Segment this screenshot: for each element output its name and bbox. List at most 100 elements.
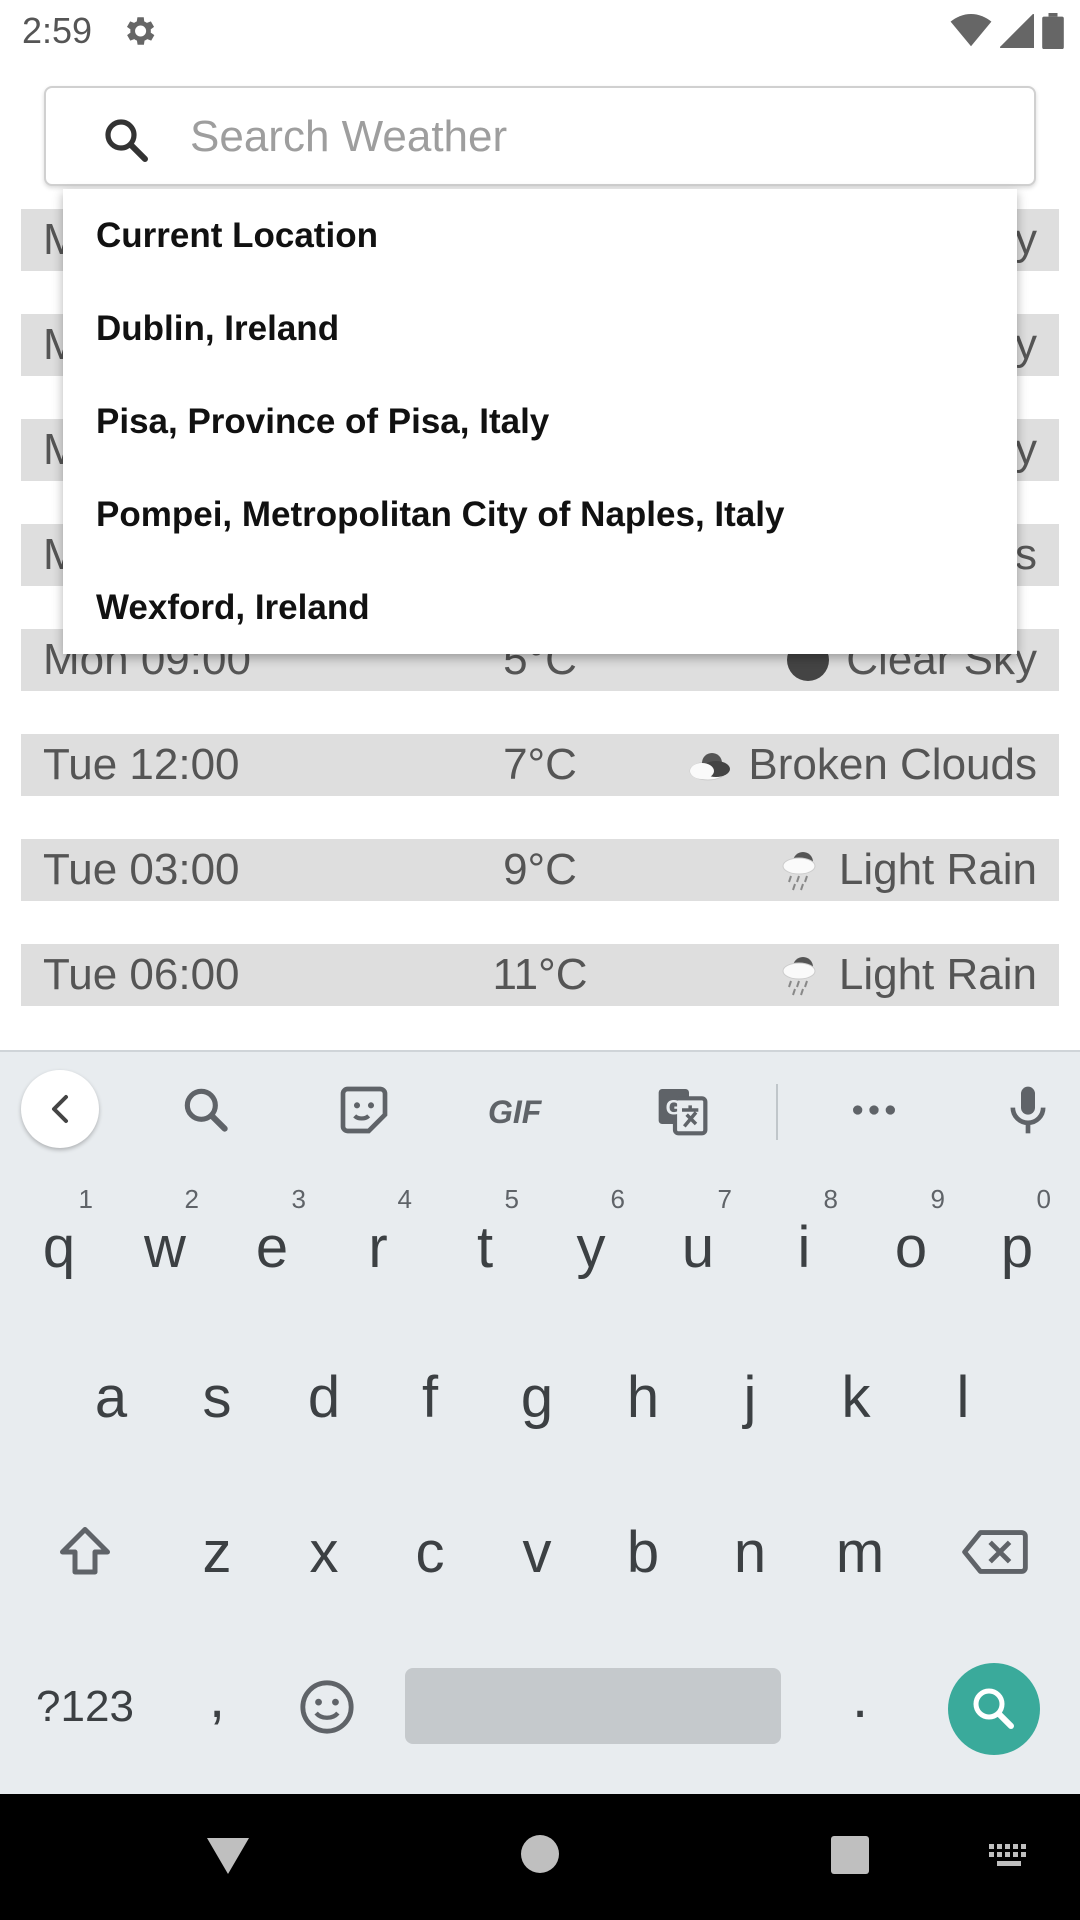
- key-label: u: [681, 1214, 715, 1280]
- backspace-key[interactable]: [950, 1497, 1040, 1607]
- navigation-bar: [0, 1794, 1080, 1920]
- key-b[interactable]: b: [601, 1497, 685, 1607]
- forecast-row[interactable]: Tue 06:00 11°C Light Rain: [21, 944, 1059, 1006]
- key-label: t: [476, 1214, 494, 1280]
- key-label: i: [797, 1214, 811, 1280]
- search-input[interactable]: [190, 104, 990, 170]
- key-label: p: [1000, 1214, 1034, 1280]
- emoji-key[interactable]: [285, 1652, 369, 1762]
- key-v[interactable]: v: [495, 1497, 579, 1607]
- suggestions-dropdown: Current Location Dublin, Ireland Pisa, P…: [63, 189, 1017, 654]
- key-hint: 8: [823, 1184, 838, 1214]
- forecast-row[interactable]: Tue 12:00 7°C Broken Clouds: [21, 734, 1059, 796]
- key-label: q: [42, 1214, 76, 1280]
- light-rain-icon: [782, 852, 816, 891]
- forecast-time: Tue 06:00: [43, 950, 240, 999]
- key-label: w: [144, 1214, 186, 1280]
- key-f[interactable]: f: [388, 1342, 472, 1452]
- suggestion-item[interactable]: Wexford, Ireland: [63, 561, 1017, 654]
- keyboard-switch-icon[interactable]: [987, 1842, 1031, 1870]
- period-key[interactable]: .: [818, 1642, 902, 1752]
- key-e[interactable]: e3: [230, 1184, 314, 1302]
- key-g[interactable]: g: [495, 1342, 579, 1452]
- keyboard-toolbar: GIF G: [0, 1052, 1080, 1168]
- light-rain-icon: [782, 957, 816, 996]
- key-c[interactable]: c: [388, 1497, 472, 1607]
- shift-key[interactable]: [40, 1497, 130, 1607]
- battery-icon: [1042, 13, 1064, 49]
- space-key[interactable]: [405, 1668, 781, 1744]
- key-hint: 1: [78, 1184, 93, 1214]
- key-p[interactable]: p0: [975, 1184, 1059, 1302]
- key-y[interactable]: y6: [549, 1184, 633, 1302]
- home-circle-icon[interactable]: [520, 1834, 560, 1874]
- translate-icon[interactable]: G: [654, 1082, 710, 1138]
- search-icon[interactable]: [178, 1082, 234, 1138]
- key-o[interactable]: o9: [869, 1184, 953, 1302]
- key-hint: 4: [397, 1184, 412, 1214]
- keyboard: GIF G q1 w2 e3 r4 t5 y6 u7 i8 o9 p 0 a s…: [0, 1052, 1080, 1794]
- key-label: r: [368, 1214, 388, 1280]
- screen: 2:59 My My My Ms Mon 09:00 5°C Clear Sky…: [0, 0, 1080, 1920]
- wifi-icon: [950, 14, 992, 47]
- search-bar[interactable]: [44, 86, 1036, 186]
- suggestion-item[interactable]: Pompei, Metropolitan City of Naples, Ita…: [63, 468, 1017, 561]
- key-label: e: [255, 1214, 289, 1280]
- forecast-time: Tue 12:00: [43, 740, 240, 789]
- suggestion-item[interactable]: Dublin, Ireland: [63, 282, 1017, 375]
- forecast-condition: Light Rain: [838, 950, 1037, 999]
- key-a[interactable]: a: [69, 1342, 153, 1452]
- key-h[interactable]: h: [601, 1342, 685, 1452]
- emoji-icon: [300, 1680, 354, 1734]
- microphone-icon[interactable]: [1000, 1082, 1056, 1138]
- key-w[interactable]: w2: [123, 1184, 207, 1302]
- key-l[interactable]: l: [921, 1342, 1005, 1452]
- key-n[interactable]: n: [708, 1497, 792, 1607]
- key-hint: 3: [291, 1184, 306, 1214]
- search-icon: [973, 1688, 1014, 1729]
- shift-icon: [60, 1527, 110, 1575]
- recents-square-icon[interactable]: [830, 1835, 870, 1875]
- key-s[interactable]: s: [175, 1342, 259, 1452]
- forecast-condition: Light Rain: [838, 845, 1037, 894]
- key-k[interactable]: k: [814, 1342, 898, 1452]
- key-u[interactable]: u7: [656, 1184, 740, 1302]
- key-m[interactable]: m: [814, 1497, 906, 1607]
- key-hint: 7: [717, 1184, 732, 1214]
- chevron-left-icon: [52, 1095, 68, 1123]
- forecast-condition: Broken Clouds: [748, 740, 1037, 789]
- back-triangle-icon[interactable]: [205, 1834, 251, 1878]
- forecast-condition-wrap: Broken Clouds: [686, 740, 1037, 790]
- key-q[interactable]: q1: [17, 1184, 101, 1302]
- key-x[interactable]: x: [282, 1497, 366, 1607]
- symbols-key[interactable]: ?123: [25, 1652, 145, 1762]
- key-hint: 9: [930, 1184, 945, 1214]
- key-j[interactable]: j: [708, 1342, 792, 1452]
- more-icon[interactable]: [846, 1082, 902, 1138]
- broken-clouds-icon: [689, 753, 731, 781]
- back-button[interactable]: [21, 1070, 99, 1148]
- status-time: 2:59: [22, 10, 93, 51]
- comma-key[interactable]: ,: [175, 1642, 259, 1752]
- suggestion-item[interactable]: Pisa, Province of Pisa, Italy: [63, 375, 1017, 468]
- key-z[interactable]: z: [175, 1497, 259, 1607]
- backspace-icon: [962, 1530, 1028, 1574]
- key-r[interactable]: r4: [336, 1184, 420, 1302]
- svg-text:G: G: [666, 1097, 682, 1120]
- key-d[interactable]: d: [282, 1342, 366, 1452]
- key-hint: 2: [184, 1184, 199, 1214]
- gif-button[interactable]: GIF: [488, 1094, 552, 1150]
- status-bar: 2:59: [0, 0, 1080, 62]
- key-t[interactable]: t5: [443, 1184, 527, 1302]
- suggestion-current-location[interactable]: Current Location: [63, 189, 1017, 282]
- search-submit-key[interactable]: [948, 1663, 1040, 1755]
- status-icons: [950, 12, 1064, 50]
- key-hint: 5: [504, 1184, 519, 1214]
- sticker-icon[interactable]: [336, 1082, 392, 1138]
- forecast-row[interactable]: Tue 03:00 9°C Light Rain: [21, 839, 1059, 901]
- toolbar-separator: [776, 1084, 778, 1140]
- forecast-condition-wrap: Light Rain: [777, 950, 1037, 1000]
- search-icon: [105, 119, 148, 162]
- key-label: y: [576, 1214, 606, 1280]
- key-i[interactable]: i8: [762, 1184, 846, 1302]
